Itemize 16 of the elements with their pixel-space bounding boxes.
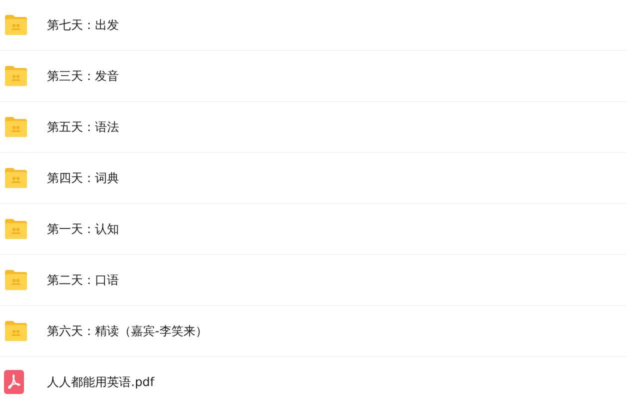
folder-icon (4, 167, 28, 189)
folder-name[interactable]: 第七天：出发 (47, 16, 119, 34)
file-name[interactable]: 人人都能用英语.pdf (47, 374, 154, 390)
folder-name[interactable]: 第一天：认知 (47, 220, 119, 238)
folder-name[interactable]: 第四天：词典 (47, 170, 119, 186)
folder-icon (4, 320, 28, 342)
folder-icon (4, 218, 28, 240)
folder-icon (4, 116, 28, 138)
folder-name[interactable]: 第二天：口语 (47, 272, 119, 288)
pdf-file-icon (4, 370, 24, 394)
folder-icon (4, 269, 28, 291)
folder-icon (4, 65, 28, 87)
folder-icon (4, 14, 28, 36)
folder-name[interactable]: 第五天：语法 (47, 118, 119, 136)
folder-name[interactable]: 第三天：发音 (47, 68, 119, 84)
folder-name[interactable]: 第六天：精读（嘉宾-李笑来） (47, 322, 208, 340)
